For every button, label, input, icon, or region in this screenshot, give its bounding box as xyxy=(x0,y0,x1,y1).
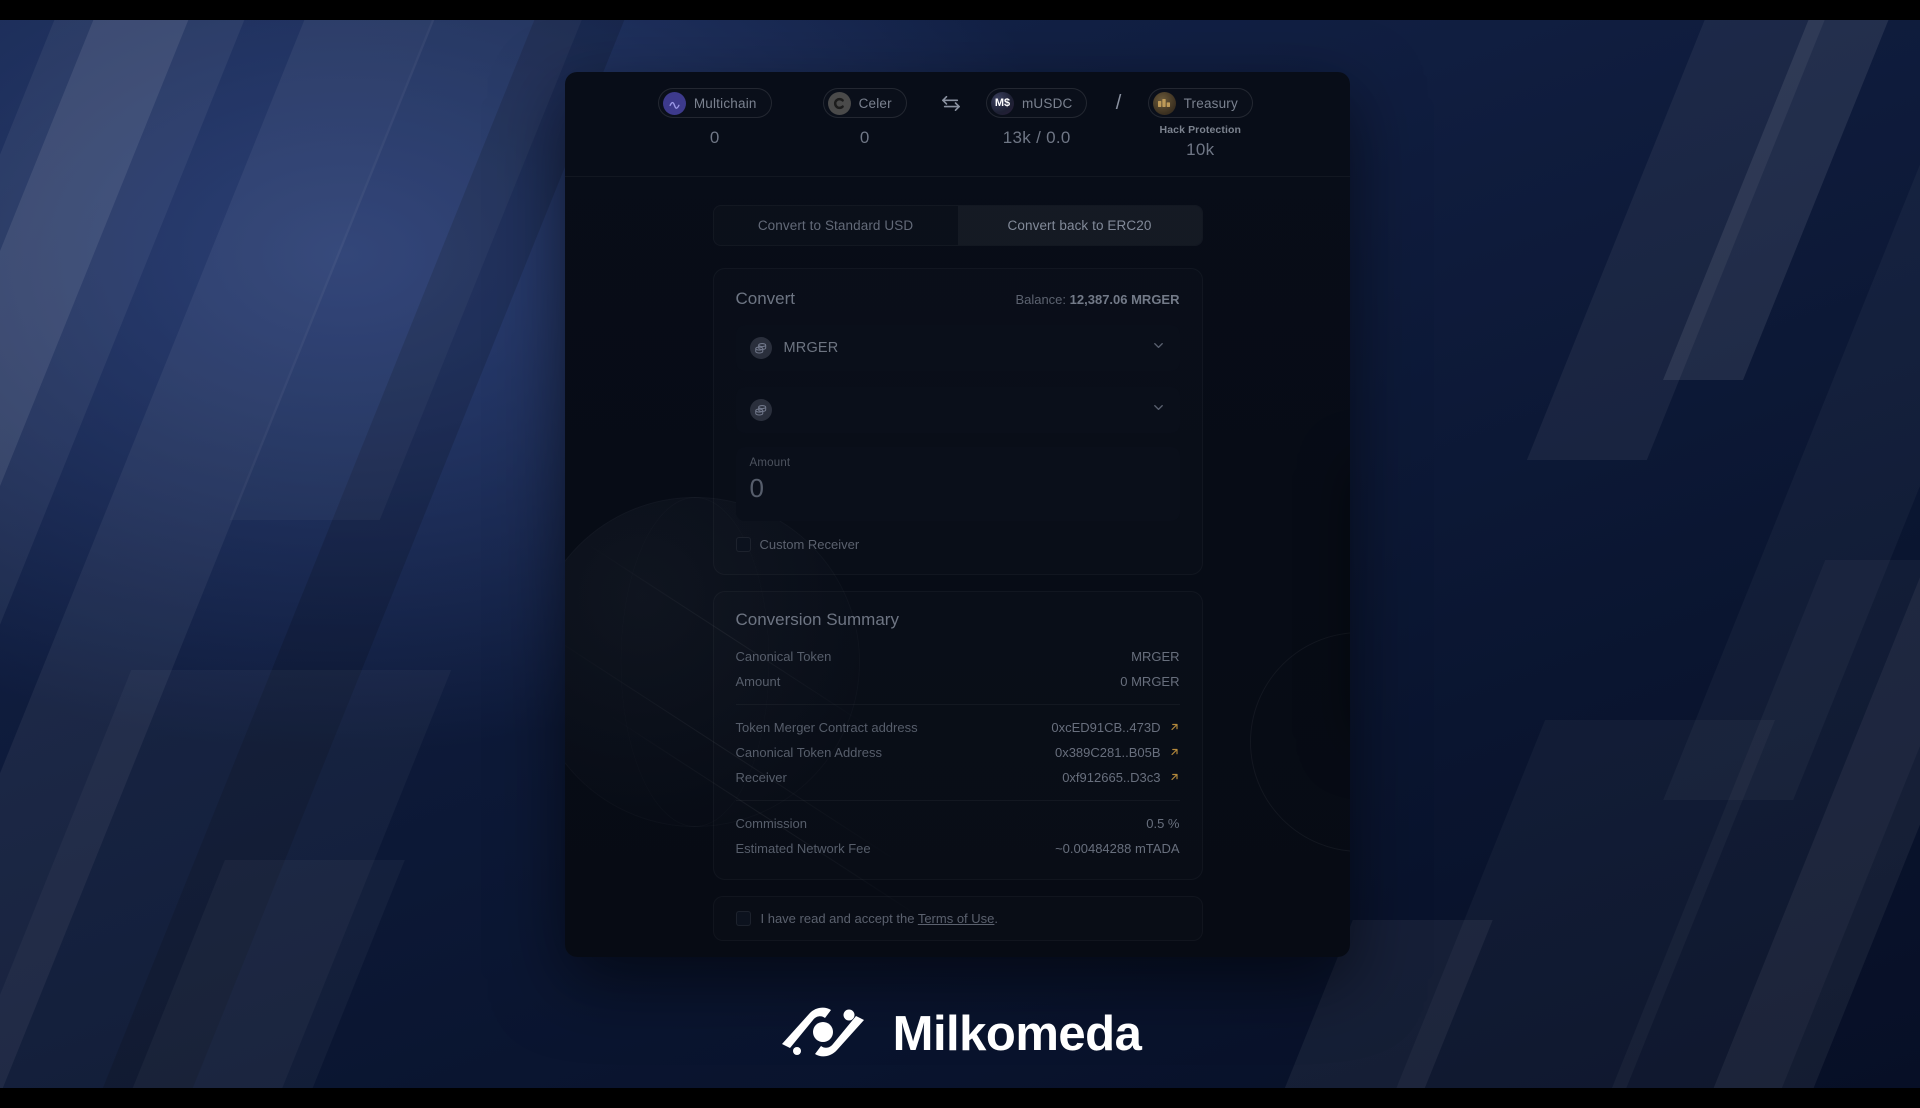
summary-key: Receiver xyxy=(735,770,787,785)
footer-logo: Milkomeda xyxy=(0,1000,1920,1067)
summary-row: Amount 0 MRGER xyxy=(736,669,1180,694)
convert-title: Convert xyxy=(735,289,796,308)
balance-display: Balance: 12,387.06 MRGER xyxy=(1015,292,1179,307)
terms-text-before: I have read and accept the xyxy=(760,911,918,926)
stat-value: 0 xyxy=(709,128,720,147)
chip-musdc[interactable]: M$ mUSDC xyxy=(985,88,1088,118)
external-link-icon[interactable] xyxy=(1168,746,1180,760)
stat-value: 0 xyxy=(859,128,870,147)
summary-row: Commission 0.5 % xyxy=(736,811,1180,836)
chevron-down-icon xyxy=(1151,400,1166,420)
stat-multichain: Multichain 0 xyxy=(640,88,790,148)
summary-row: Canonical Token MRGER xyxy=(736,644,1180,669)
brand-name: Milkomeda xyxy=(892,1006,1142,1061)
terms-of-use-link[interactable]: Terms of Use xyxy=(918,911,995,926)
multichain-icon xyxy=(662,91,686,115)
summary-row: Receiver 0xf912665..D3c3 xyxy=(736,765,1180,790)
coins-icon xyxy=(749,399,772,421)
summary-value: 0xcED91CB..473D xyxy=(1051,720,1179,735)
treasury-icon xyxy=(1152,91,1176,115)
summary-key: Amount xyxy=(735,674,781,689)
summary-value-text: 0xcED91CB..473D xyxy=(1051,720,1161,735)
stat-value: 10k xyxy=(1186,140,1215,159)
amount-label: Amount xyxy=(749,457,791,469)
summary-row: Estimated Network Fee ~0.00484288 mTADA xyxy=(736,836,1180,861)
chip-treasury[interactable]: Treasury xyxy=(1147,88,1253,118)
swap-arrows-icon xyxy=(940,88,962,118)
stat-value: 13k / 0.0 xyxy=(1002,128,1071,147)
chip-label: Multichain xyxy=(693,95,757,111)
summary-key: Canonical Token Address xyxy=(735,745,882,760)
conversion-mode-tabs: Convert to Standard USD Convert back to … xyxy=(713,205,1203,246)
summary-title: Conversion Summary xyxy=(735,610,899,629)
stat-treasury: Treasury Hack Protection 10k xyxy=(1125,88,1275,160)
summary-value: ~0.00484288 mTADA xyxy=(1055,841,1180,856)
summary-value-text: 0xf912665..D3c3 xyxy=(1062,770,1161,785)
balance-label: Balance: xyxy=(1015,292,1067,307)
bg-stripe xyxy=(1663,20,1920,380)
summary-value: 0.5 % xyxy=(1146,816,1180,831)
bg-stripe xyxy=(0,20,293,1088)
summary-value: 0 MRGER xyxy=(1120,674,1180,689)
bg-stripe xyxy=(1526,20,1874,460)
canonical-token-value: MRGER xyxy=(783,340,839,356)
bg-stripe xyxy=(0,20,237,800)
summary-key: Canonical Token xyxy=(735,649,832,664)
bg-stripe xyxy=(0,20,483,1088)
stat-musdc: M$ mUSDC 13k / 0.0 xyxy=(962,88,1112,148)
terms-text-after: . xyxy=(994,911,999,926)
convert-card-header: Convert Balance: 12,387.06 MRGER xyxy=(736,289,1180,309)
canonical-token-select[interactable]: MRGER xyxy=(735,325,1180,371)
summary-row: Token Merger Contract address 0xcED91CB.… xyxy=(736,715,1180,740)
fragmented-token-select[interactable] xyxy=(735,387,1180,433)
summary-value: 0x389C281..B05B xyxy=(1055,745,1180,760)
milkomeda-eye-icon xyxy=(779,1000,867,1067)
summary-key: Commission xyxy=(735,816,808,831)
terms-checkbox[interactable] xyxy=(735,911,751,926)
bg-stripe xyxy=(1684,440,1920,1088)
app-window: Multichain 0 Celer 0 M$ mUSDC 13k / 0.0 … xyxy=(565,72,1350,957)
stat-celer: Celer 0 xyxy=(790,88,940,148)
terms-acceptance-row: I have read and accept the Terms of Use. xyxy=(713,896,1203,941)
amount-input-group[interactable]: Amount 0 xyxy=(735,447,1180,521)
coins-icon xyxy=(749,337,772,359)
external-link-icon[interactable] xyxy=(1168,771,1180,785)
custom-receiver-label: Custom Receiver xyxy=(759,537,860,552)
stat-sublabel: Hack Protection xyxy=(1159,124,1241,136)
custom-receiver-checkbox[interactable] xyxy=(735,537,751,552)
balance-value: 12,387.06 MRGER xyxy=(1069,292,1180,307)
stat-separator: / xyxy=(1115,91,1122,114)
summary-row: Canonical Token Address 0x389C281..B05B xyxy=(736,740,1180,765)
page-root: Multichain 0 Celer 0 M$ mUSDC 13k / 0.0 … xyxy=(0,0,1920,1108)
chip-label: Treasury xyxy=(1183,95,1238,111)
header-stats-bar: Multichain 0 Celer 0 M$ mUSDC 13k / 0.0 … xyxy=(565,72,1350,177)
chip-celer[interactable]: Celer xyxy=(822,88,907,118)
chevron-down-icon xyxy=(1151,338,1166,358)
external-link-icon[interactable] xyxy=(1168,721,1180,735)
amount-input[interactable]: 0 xyxy=(750,473,1166,504)
summary-key: Token Merger Contract address xyxy=(735,720,918,735)
tab-convert-to-standard-usd[interactable]: Convert to Standard USD xyxy=(714,206,958,245)
divider xyxy=(735,704,1180,705)
bg-stripe xyxy=(1663,20,1920,800)
chip-multichain[interactable]: Multichain xyxy=(657,88,772,118)
summary-value-text: 0x389C281..B05B xyxy=(1054,745,1161,760)
celer-icon xyxy=(827,91,851,115)
summary-value: MRGER xyxy=(1131,649,1180,664)
summary-value: 0xf912665..D3c3 xyxy=(1062,770,1179,785)
convert-card: Convert Balance: 12,387.06 MRGER MRGER A… xyxy=(713,268,1203,575)
musdc-icon: M$ xyxy=(990,91,1014,115)
decorative-ring xyxy=(1250,632,1350,852)
divider xyxy=(735,800,1180,801)
custom-receiver-toggle[interactable]: Custom Receiver xyxy=(735,537,1180,552)
conversion-summary-card: Conversion Summary Canonical Token MRGER… xyxy=(713,591,1203,880)
chip-label: Celer xyxy=(858,95,892,111)
terms-text: I have read and accept the Terms of Use. xyxy=(761,911,999,926)
chip-label: mUSDC xyxy=(1021,95,1073,111)
tab-convert-back-to-erc20[interactable]: Convert back to ERC20 xyxy=(957,206,1202,245)
summary-key: Estimated Network Fee xyxy=(735,841,871,856)
